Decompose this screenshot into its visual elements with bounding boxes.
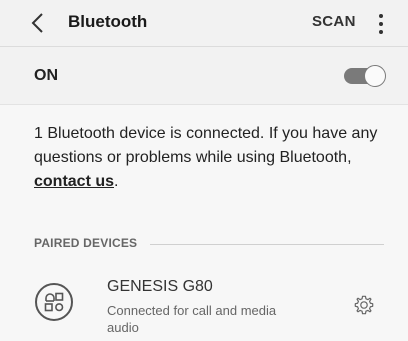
- connection-info: 1 Bluetooth device is connected. If you …: [34, 122, 384, 194]
- section-label: PAIRED DEVICES: [34, 236, 138, 250]
- device-name: GENESIS G80: [107, 278, 213, 295]
- device-item[interactable]: GENESIS G80 Connected for call and media…: [0, 268, 408, 341]
- bluetooth-switch[interactable]: [344, 65, 386, 87]
- gear-icon[interactable]: [353, 294, 375, 316]
- toggle-label: ON: [34, 67, 58, 84]
- contact-us-link[interactable]: contact us: [34, 173, 114, 190]
- app-bar: Bluetooth SCAN: [0, 0, 408, 47]
- scan-button[interactable]: SCAN: [312, 13, 356, 30]
- info-text: 1 Bluetooth device is connected. If you …: [34, 125, 378, 166]
- page-title: Bluetooth: [68, 12, 148, 31]
- info-text-end: .: [114, 173, 119, 190]
- car-device-icon: [35, 283, 73, 321]
- bluetooth-toggle-row[interactable]: ON: [0, 47, 408, 105]
- paired-devices-header: PAIRED DEVICES: [34, 236, 384, 252]
- back-arrow-icon[interactable]: [28, 10, 48, 36]
- divider: [150, 244, 384, 245]
- device-status: Connected for call and media audio: [107, 303, 277, 335]
- switch-knob: [364, 65, 386, 87]
- more-vertical-icon[interactable]: [374, 11, 388, 37]
